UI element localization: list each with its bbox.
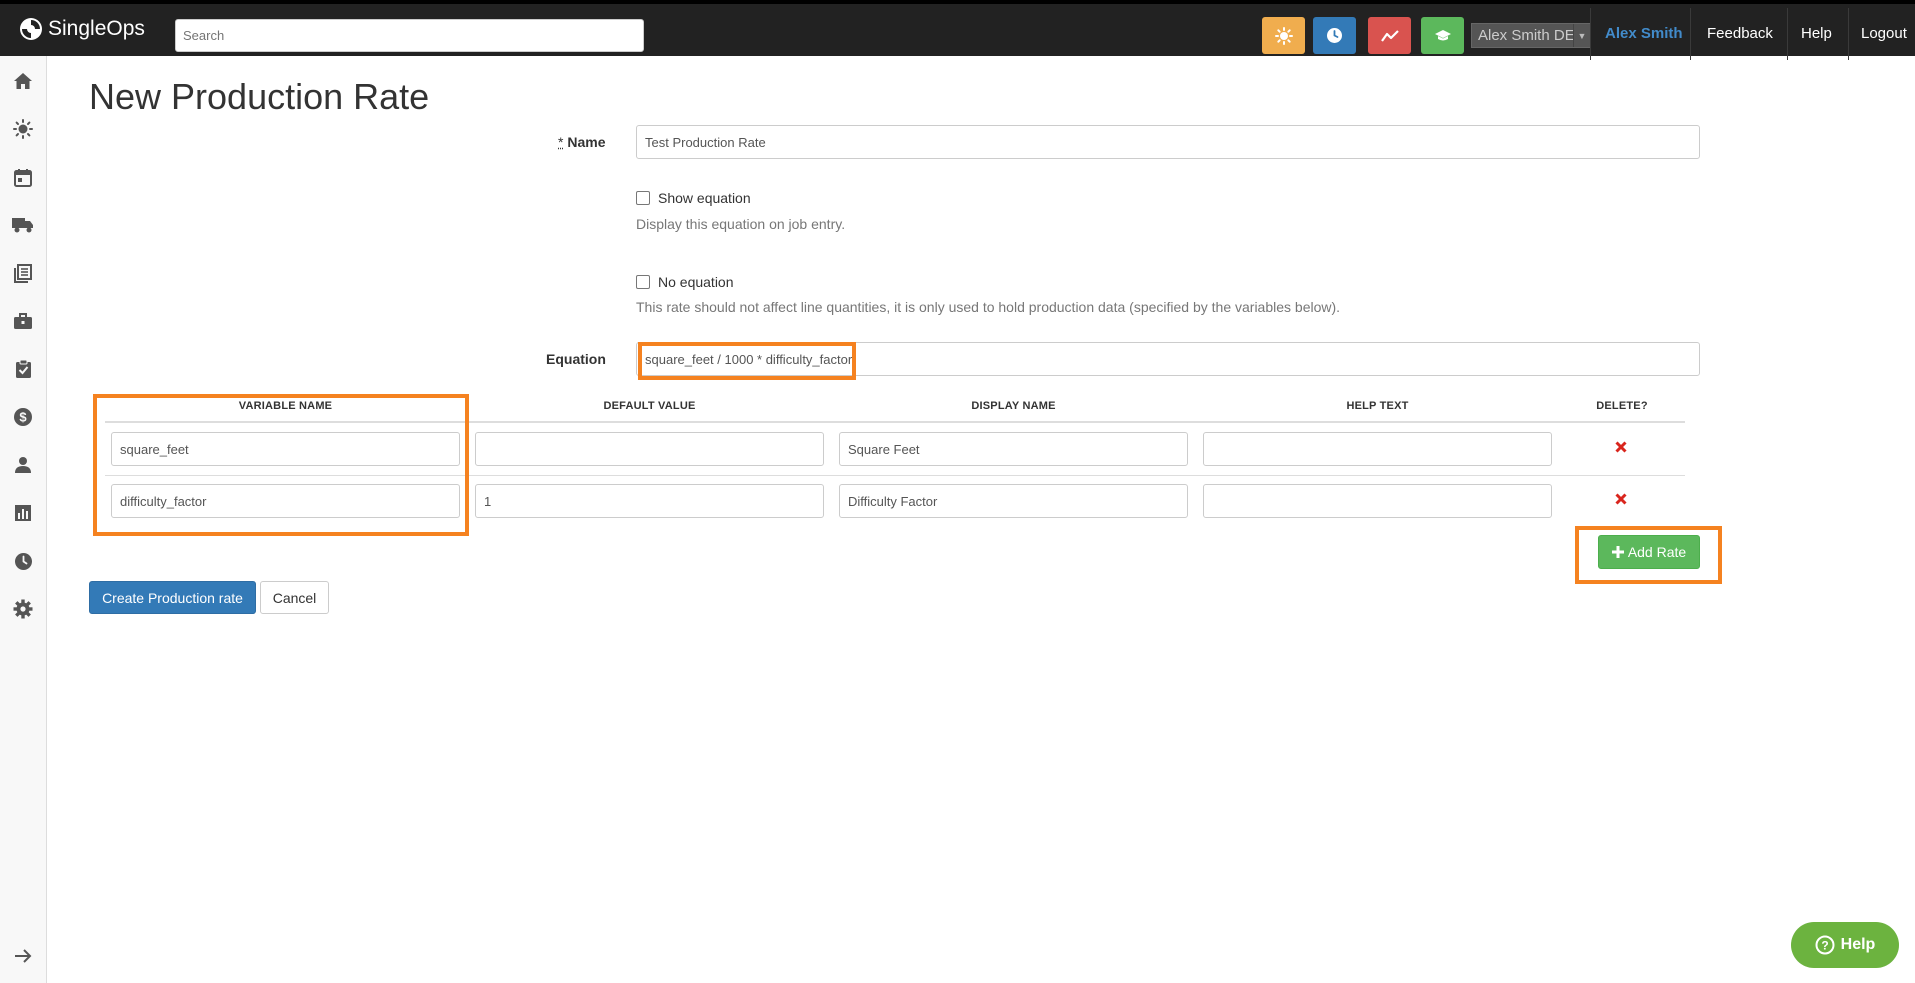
delete-row-button[interactable] — [1615, 438, 1627, 458]
equation-highlight-box — [638, 342, 856, 380]
name-label: * Name — [558, 134, 605, 150]
column-header-help-text: HELP TEXT — [1346, 400, 1409, 412]
clipboard-check-icon — [15, 359, 31, 378]
name-input[interactable] — [636, 125, 1700, 159]
delete-row-button[interactable] — [1615, 490, 1627, 510]
sidebar-item-home[interactable] — [11, 69, 35, 93]
column-header-delete: DELETE? — [1596, 400, 1648, 412]
nav-divider — [1848, 8, 1849, 60]
default-value-input[interactable] — [475, 484, 824, 518]
sidebar: $ — [0, 56, 47, 983]
singleops-logo-icon — [20, 18, 42, 40]
help-link[interactable]: Help — [1801, 25, 1832, 42]
sidebar-item-billing[interactable]: $ — [11, 405, 35, 429]
clock-icon — [1327, 28, 1342, 43]
logo-text: SingleOps — [48, 17, 145, 40]
logout-link[interactable]: Logout — [1861, 25, 1907, 42]
caret-down-icon: ▼ — [1573, 24, 1590, 47]
sidebar-item-jobs[interactable] — [11, 309, 35, 333]
sun-icon — [13, 119, 33, 139]
equation-label: Equation — [546, 351, 606, 367]
sun-icon — [1274, 26, 1293, 45]
required-mark: * — [558, 134, 564, 150]
help-widget-button[interactable]: ? Help — [1791, 922, 1899, 968]
home-icon — [14, 73, 32, 89]
help-text-input[interactable] — [1203, 484, 1552, 518]
variable-name-highlight-box — [93, 394, 469, 536]
sidebar-item-timesheets[interactable] — [11, 549, 35, 573]
svg-text:$: $ — [19, 410, 27, 425]
time-clock-button[interactable] — [1313, 17, 1356, 54]
default-value-input[interactable] — [475, 432, 824, 466]
create-production-rate-button[interactable]: Create Production rate — [89, 581, 256, 614]
user-icon — [15, 457, 31, 473]
close-x-icon — [1615, 493, 1627, 505]
weather-button[interactable] — [1262, 17, 1305, 54]
sidebar-item-settings[interactable] — [11, 597, 35, 621]
calendar-icon — [14, 168, 32, 187]
app-logo[interactable]: SingleOps — [18, 16, 145, 42]
account-select[interactable]: Alex Smith DE ▼ — [1471, 23, 1591, 48]
training-button[interactable] — [1421, 17, 1464, 54]
sidebar-item-dispatch[interactable] — [11, 213, 35, 237]
close-x-icon — [1615, 441, 1627, 453]
help-widget-label: Help — [1840, 936, 1876, 953]
sidebar-item-weather[interactable] — [11, 117, 35, 141]
checkbox-box[interactable] — [636, 275, 650, 289]
dollar-icon: $ — [14, 408, 32, 426]
bar-chart-icon — [15, 505, 31, 521]
sidebar-item-reports[interactable] — [11, 501, 35, 525]
column-header-default-value: DEFAULT VALUE — [603, 400, 696, 412]
briefcase-icon — [14, 312, 32, 329]
add-rate-highlight-box — [1575, 526, 1722, 584]
show-equation-checkbox[interactable]: Show equation — [636, 190, 751, 206]
no-equation-checkbox[interactable]: No equation — [636, 274, 734, 290]
nav-divider — [1590, 8, 1591, 60]
help-text-input[interactable] — [1203, 432, 1552, 466]
page-title: New Production Rate — [89, 76, 430, 117]
question-circle-icon: ? — [1815, 935, 1835, 955]
clock-icon — [14, 552, 32, 570]
display-name-input[interactable] — [839, 432, 1188, 466]
activity-button[interactable] — [1368, 17, 1411, 54]
no-equation-label: No equation — [658, 274, 734, 290]
gear-icon — [13, 599, 33, 619]
checkbox-box[interactable] — [636, 191, 650, 205]
sidebar-expand-button[interactable] — [11, 944, 35, 968]
sidebar-item-documents[interactable] — [11, 261, 35, 285]
svg-text:?: ? — [1821, 939, 1828, 953]
no-equation-help: This rate should not affect line quantit… — [636, 299, 1341, 315]
graduation-cap-icon — [1434, 29, 1451, 40]
feedback-link[interactable]: Feedback — [1707, 25, 1773, 42]
nav-divider — [1787, 8, 1788, 60]
user-name-link[interactable]: Alex Smith — [1605, 25, 1683, 42]
show-equation-label: Show equation — [658, 190, 751, 206]
column-header-display-name: DISPLAY NAME — [971, 400, 1056, 412]
show-equation-help: Display this equation on job entry. — [636, 216, 846, 232]
nav-divider — [1690, 8, 1691, 60]
search-input[interactable] — [175, 19, 644, 52]
sidebar-item-calendar[interactable] — [11, 165, 35, 189]
sidebar-item-tasks[interactable] — [11, 357, 35, 381]
documents-icon — [14, 263, 32, 283]
account-select-value: Alex Smith DE — [1478, 27, 1573, 44]
activity-chart-icon — [1380, 29, 1399, 42]
sidebar-item-clients[interactable] — [11, 453, 35, 477]
truck-icon — [12, 218, 33, 233]
display-name-input[interactable] — [839, 484, 1188, 518]
top-navbar: SingleOps Alex Smith DE — [0, 0, 1915, 60]
name-label-text: Name — [567, 134, 606, 150]
cancel-button[interactable]: Cancel — [260, 581, 329, 614]
arrow-right-icon — [15, 949, 32, 963]
